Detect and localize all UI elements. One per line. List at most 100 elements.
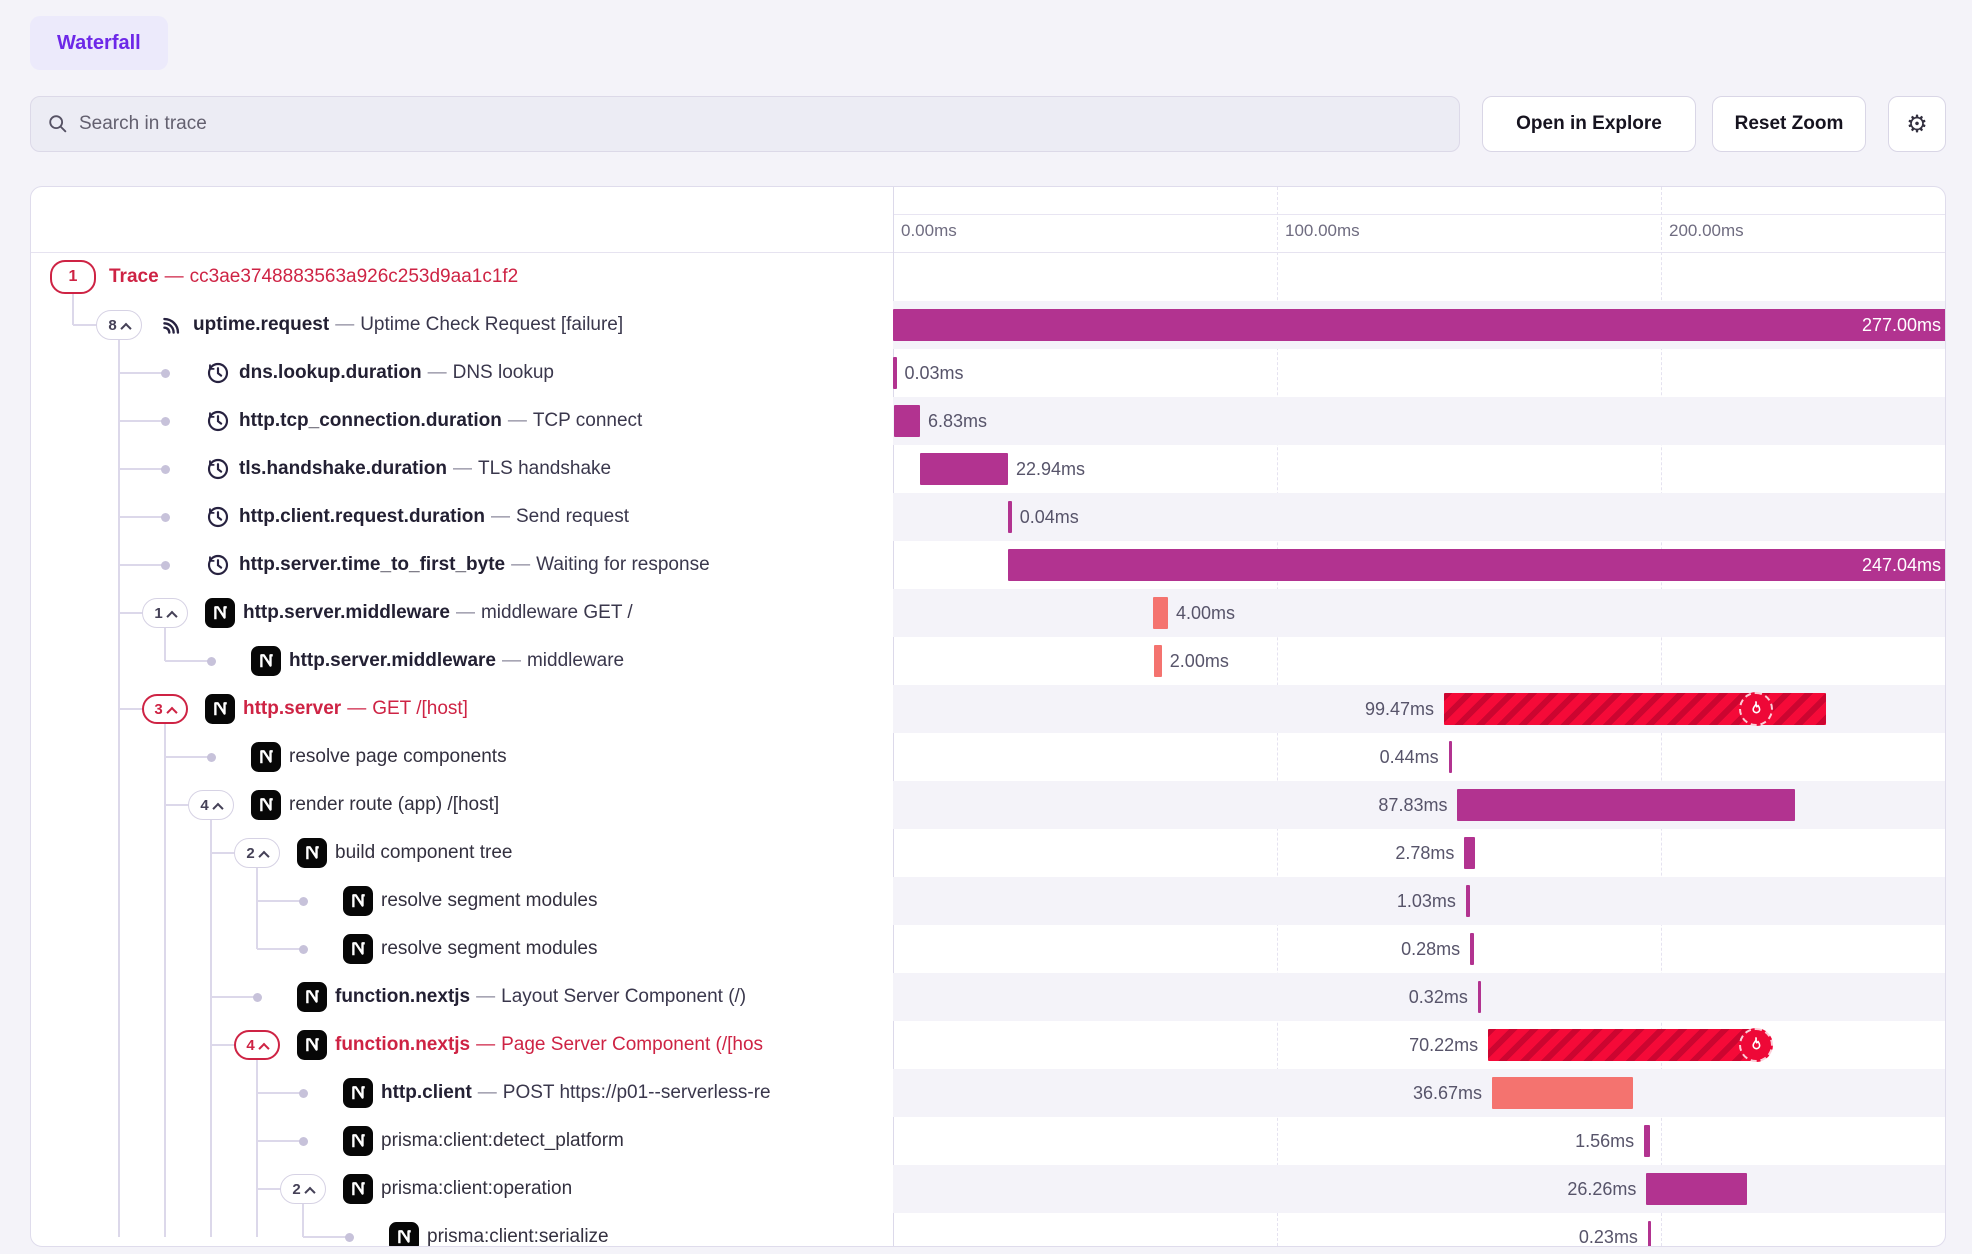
- expand-badge[interactable]: 2: [234, 838, 280, 868]
- flame-icon[interactable]: [1739, 692, 1773, 726]
- time-tick-label: 0.00ms: [901, 221, 957, 241]
- span-bar[interactable]: [1008, 549, 1946, 581]
- child-count: 1: [154, 605, 162, 622]
- nextjs-icon: [205, 694, 235, 724]
- duration-label: 0.32ms: [893, 973, 1468, 1021]
- span-bar[interactable]: [1488, 1029, 1758, 1061]
- chevron-up-icon: [258, 1042, 269, 1053]
- waterfall-cell: 0.32ms: [893, 973, 1946, 1021]
- waterfall-cell: 26.26ms: [893, 1165, 1946, 1213]
- span-row[interactable]: 0.03ms dns.lookup.duration—DNS lookup: [31, 349, 1945, 397]
- open-in-explore-button[interactable]: Open in Explore: [1482, 96, 1696, 152]
- span-row[interactable]: 70.22ms 4 function.nextjs—Page Server Co…: [31, 1021, 1945, 1069]
- expand-badge[interactable]: 4: [188, 790, 234, 820]
- tab-waterfall[interactable]: Waterfall: [30, 16, 168, 70]
- tree-dot: [161, 369, 170, 378]
- span-op-name: http.tcp_connection.duration: [239, 410, 502, 431]
- nextjs-icon: [205, 598, 235, 628]
- duration-label: 26.26ms: [893, 1165, 1636, 1213]
- span-description: TLS handshake: [478, 458, 611, 479]
- span-bar[interactable]: [1470, 933, 1474, 965]
- span-row[interactable]: 2.00ms http.server.middleware—middleware: [31, 637, 1945, 685]
- duration-label: 70.22ms: [893, 1021, 1478, 1069]
- span-row[interactable]: 22.94ms tls.handshake.duration—TLS hands…: [31, 445, 1945, 493]
- span-op-name: build component tree: [335, 842, 512, 863]
- duration-label: 0.28ms: [893, 925, 1460, 973]
- waterfall-cell: 247.04ms: [893, 541, 1946, 589]
- child-count: 2: [292, 1181, 300, 1198]
- expand-badge[interactable]: 8: [96, 310, 142, 340]
- span-bar[interactable]: [1478, 981, 1482, 1013]
- expand-badge[interactable]: 3: [142, 694, 188, 724]
- clock-icon: [205, 456, 231, 482]
- span-bar[interactable]: [1646, 1173, 1747, 1205]
- span-description: POST https://p01--serverless-re: [503, 1082, 771, 1103]
- span-row[interactable]: 0.44ms resolve page components: [31, 733, 1945, 781]
- separator: —: [329, 314, 360, 335]
- span-row[interactable]: 26.26ms2 prisma:client:operation: [31, 1165, 1945, 1213]
- nextjs-icon: [343, 886, 373, 916]
- span-row[interactable]: 0.32ms function.nextjs—Layout Server Com…: [31, 973, 1945, 1021]
- span-bar[interactable]: [1466, 885, 1470, 917]
- span-row[interactable]: 247.04ms http.server.time_to_first_byte—…: [31, 541, 1945, 589]
- duration-label: 1.56ms: [893, 1117, 1634, 1165]
- span-row[interactable]: 99.47ms 3 http.server—GET /[host]: [31, 685, 1945, 733]
- span-bar[interactable]: [1648, 1221, 1652, 1247]
- span-bar[interactable]: [893, 309, 1946, 341]
- span-bar[interactable]: [1464, 837, 1475, 869]
- tree-dot: [161, 417, 170, 426]
- span-bar[interactable]: [894, 405, 920, 437]
- span-op-name: resolve segment modules: [381, 938, 598, 959]
- chevron-up-icon: [304, 1186, 315, 1197]
- span-bar[interactable]: [1457, 789, 1794, 821]
- expand-badge[interactable]: 4: [234, 1030, 280, 1060]
- span-row[interactable]: 36.67ms http.client—POST https://p01--se…: [31, 1069, 1945, 1117]
- clock-icon: [205, 360, 231, 386]
- separator: —: [422, 362, 453, 383]
- nextjs-icon: [343, 1174, 373, 1204]
- search-input[interactable]: [79, 113, 1379, 135]
- span-description: Send request: [516, 506, 629, 527]
- span-bar[interactable]: [1153, 597, 1168, 629]
- expand-badge[interactable]: 2: [280, 1174, 326, 1204]
- waterfall-cell: 36.67ms: [893, 1069, 1946, 1117]
- span-row[interactable]: 1.56ms prisma:client:detect_platform: [31, 1117, 1945, 1165]
- span-row[interactable]: 0.04ms http.client.request.duration—Send…: [31, 493, 1945, 541]
- duration-label: 2.00ms: [1170, 637, 1229, 685]
- child-count: 3: [154, 701, 162, 718]
- span-bar[interactable]: [920, 453, 1008, 485]
- waterfall-cell: 2.78ms: [893, 829, 1946, 877]
- tree-dot: [299, 897, 308, 906]
- span-bar[interactable]: [1492, 1077, 1633, 1109]
- separator: —: [341, 698, 372, 719]
- span-bar[interactable]: [1154, 645, 1162, 677]
- span-row[interactable]: 4.00ms1 http.server.middleware—middlewar…: [31, 589, 1945, 637]
- span-row[interactable]: 1.03ms resolve segment modules: [31, 877, 1945, 925]
- span-bar[interactable]: [1449, 741, 1453, 773]
- expand-badge[interactable]: 1: [142, 598, 188, 628]
- trace-row[interactable]: 1Trace—cc3ae3748883563a926c253d9aa1c1f2: [31, 253, 1945, 301]
- span-row[interactable]: 0.28ms resolve segment modules: [31, 925, 1945, 973]
- span-bar[interactable]: [893, 357, 897, 389]
- duration-label: 247.04ms: [1862, 541, 1941, 589]
- span-row[interactable]: 2.78ms 2 build component tree: [31, 829, 1945, 877]
- span-description: GET /[host]: [372, 698, 468, 719]
- span-row[interactable]: 6.83ms http.tcp_connection.duration—TCP …: [31, 397, 1945, 445]
- reset-zoom-button[interactable]: Reset Zoom: [1712, 96, 1866, 152]
- tree-dot: [161, 465, 170, 474]
- tree-dot: [253, 993, 262, 1002]
- timeline-header-top-border: [893, 214, 1945, 215]
- span-description: middleware GET /: [481, 602, 633, 623]
- search-bar[interactable]: [30, 96, 1460, 152]
- expand-badge[interactable]: 1: [50, 260, 96, 294]
- span-row[interactable]: 87.83ms4 render route (app) /[host]: [31, 781, 1945, 829]
- span-row[interactable]: 0.23ms prisma:client:serialize: [31, 1213, 1945, 1247]
- span-bar[interactable]: [1644, 1125, 1650, 1157]
- settings-button[interactable]: ⚙: [1888, 96, 1946, 152]
- span-op-name: http.client.request.duration: [239, 506, 485, 527]
- span-description: TCP connect: [533, 410, 642, 431]
- waterfall-cell: 70.22ms: [893, 1021, 1946, 1069]
- span-row[interactable]: 277.00ms8 uptime.request—Uptime Check Re…: [31, 301, 1945, 349]
- flame-icon[interactable]: [1739, 1028, 1773, 1062]
- span-bar[interactable]: [1008, 501, 1012, 533]
